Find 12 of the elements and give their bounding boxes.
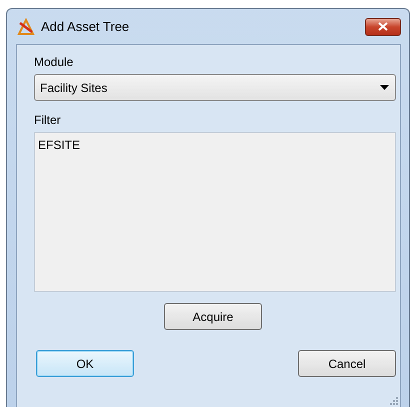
module-label: Module [34,55,74,69]
cancel-button[interactable]: Cancel [298,350,396,377]
window-title: Add Asset Tree [41,19,130,34]
module-dropdown[interactable]: Facility Sites [34,74,396,101]
close-icon [378,22,388,31]
filter-field[interactable]: EFSITE [34,132,396,292]
close-button[interactable] [365,18,401,36]
filter-label: Filter [34,113,61,127]
ruler-pencil-icon [17,18,35,36]
dropdown-arrow-icon [380,85,389,90]
acquire-button[interactable]: Acquire [164,303,262,330]
ok-button[interactable]: OK [36,350,134,377]
